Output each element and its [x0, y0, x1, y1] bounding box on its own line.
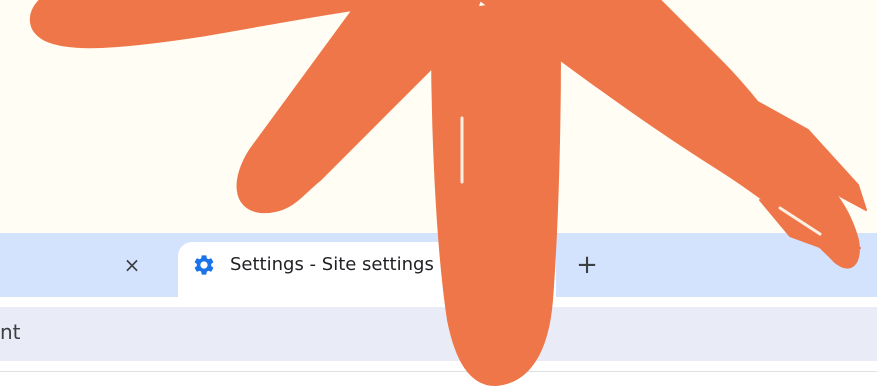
gear-icon	[194, 255, 214, 275]
toolbar: nt	[0, 297, 877, 371]
tab-close-button[interactable]: ×	[120, 253, 144, 277]
address-bar[interactable]: nt	[0, 307, 877, 361]
content-area	[0, 371, 877, 389]
address-bar-text: nt	[0, 320, 21, 344]
tab-title: Settings - Site settings	[230, 254, 434, 275]
tab-previous[interactable]: ×	[0, 233, 170, 297]
screen: × Settings - Site settings + nt	[0, 0, 877, 389]
new-tab-button[interactable]: +	[573, 251, 601, 279]
tab-strip: × Settings - Site settings +	[0, 233, 877, 306]
